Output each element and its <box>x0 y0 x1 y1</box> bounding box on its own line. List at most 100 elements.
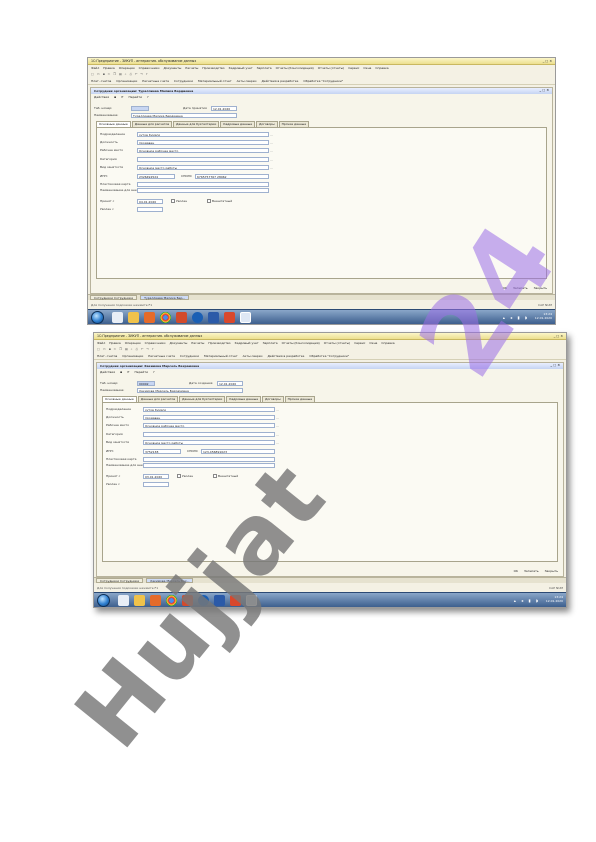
cut-icon[interactable]: ✂ <box>114 347 117 351</box>
1c-enterprise-icon[interactable] <box>224 312 235 323</box>
panel-link[interactable]: Организации <box>122 354 143 358</box>
actions-menu[interactable]: Действия <box>94 95 109 99</box>
form-help-icon[interactable]: ? <box>147 95 149 99</box>
field-value[interactable] <box>137 157 269 162</box>
open-icon[interactable]: ▭ <box>103 347 106 351</box>
start-button[interactable] <box>97 594 110 607</box>
field-value[interactable] <box>137 188 269 193</box>
freelance-checkbox[interactable]: Внештатный <box>207 199 232 203</box>
menu-item[interactable]: Документы <box>169 341 187 345</box>
menu-item[interactable]: Правка <box>109 341 120 345</box>
field-value[interactable]: хутов бумаги <box>137 132 269 137</box>
menu-item[interactable]: Файл <box>91 66 99 70</box>
write-button[interactable]: Записать <box>524 569 539 573</box>
redo-icon[interactable]: ↷ <box>140 72 143 76</box>
window-controls[interactable]: _ □ × <box>543 59 552 63</box>
panel-link[interactable]: Материальный отчет <box>204 354 238 358</box>
window-controls[interactable]: _ □ × <box>554 334 563 338</box>
form-tab[interactable]: Прочие данные <box>278 121 310 127</box>
print-icon[interactable]: ⎙ <box>129 72 131 76</box>
copy-icon[interactable]: ❐ <box>119 347 122 351</box>
form-tab[interactable]: Данные для бухгалтерии <box>179 396 226 402</box>
menu-item[interactable]: Кадровый учет <box>235 341 259 345</box>
find-icon[interactable]: ⌕ <box>125 72 127 76</box>
tray-icons[interactable]: ▴ ◂ ▮ ◗ <box>514 598 540 603</box>
cut-icon[interactable]: ✂ <box>108 72 111 76</box>
paste-icon[interactable]: ▤ <box>125 347 128 351</box>
1c-icon[interactable] <box>182 595 193 606</box>
window-tab-current[interactable]: Тураллиева Малика Бер... <box>140 295 190 300</box>
dismissed-checkbox[interactable]: Уволен <box>177 474 193 478</box>
media-icon[interactable] <box>144 312 155 323</box>
form-tab[interactable]: Данные для расчетов <box>137 396 179 402</box>
menu-item[interactable]: Сервис <box>354 341 365 345</box>
form-tab[interactable]: Данные для бухгалтерии <box>173 121 220 127</box>
date-field[interactable]: 12.01.2020 <box>211 106 237 111</box>
field-value[interactable]: хутов бумаги <box>143 407 275 412</box>
ie-icon[interactable] <box>112 312 123 323</box>
form-tab[interactable]: Прочие данные <box>284 396 316 402</box>
goto-menu[interactable]: Перейти <box>135 370 149 374</box>
menu-item[interactable]: Операции <box>125 341 141 345</box>
select-icon[interactable]: … <box>276 441 279 445</box>
field-value[interactable]: Основное рабочее место <box>143 423 275 428</box>
menu-item[interactable]: Окна <box>363 66 371 70</box>
select-icon[interactable]: … <box>270 166 273 170</box>
new-icon[interactable]: □ <box>97 347 100 351</box>
close-button[interactable]: Закрыть <box>545 569 558 573</box>
save-icon[interactable]: ▪ <box>103 72 105 76</box>
name-field[interactable]: Тураллиева Малика Бердиевна <box>131 113 237 118</box>
select-icon[interactable]: … <box>276 408 279 412</box>
hired-field[interactable]: 03.01.2020 <box>143 474 169 479</box>
date-field[interactable]: 12.01.2020 <box>217 381 243 386</box>
field-value[interactable]: продавец <box>143 415 275 420</box>
select-icon[interactable]: … <box>270 133 273 137</box>
1c-enterprise-icon[interactable] <box>230 595 241 606</box>
menu-item[interactable]: Отчеты (Консолидация) <box>276 66 314 70</box>
menu-item[interactable]: Отчеты (отчеты) <box>318 66 344 70</box>
menu-item[interactable]: Зарплата <box>263 341 278 345</box>
form-tab[interactable]: Кадровые данные <box>220 121 256 127</box>
save-app-icon[interactable] <box>208 312 219 323</box>
panel-link[interactable]: Плат. счетов <box>97 354 117 358</box>
panel-link[interactable]: Материальный отчет <box>198 79 232 83</box>
menu-item[interactable]: Кадровый учет <box>229 66 253 70</box>
menu-item[interactable]: Отчеты (отчеты) <box>324 341 350 345</box>
freelance-checkbox[interactable]: Внештатный <box>213 474 238 478</box>
hired-field[interactable]: 04.01.2020 <box>137 199 163 204</box>
undo-icon[interactable]: ↶ <box>141 347 144 351</box>
menu-item[interactable]: Справка <box>381 341 394 345</box>
form-refresh-icon[interactable]: ⟳ <box>127 370 130 374</box>
help-icon[interactable]: ? <box>152 347 154 351</box>
form-tab[interactable]: Договоры <box>256 121 278 127</box>
ok-button[interactable]: OK <box>514 569 518 573</box>
arrow-app-icon[interactable] <box>198 595 209 606</box>
redo-icon[interactable]: ↷ <box>146 347 149 351</box>
panel-link[interactable]: Организации <box>116 79 137 83</box>
save-app-icon[interactable] <box>214 595 225 606</box>
panel-link[interactable]: Акты сверки <box>243 354 263 358</box>
form-window-controls[interactable]: _ □ × <box>551 363 561 367</box>
close-button[interactable]: Закрыть <box>534 286 547 290</box>
dismissed-field[interactable] <box>143 482 169 487</box>
panel-link[interactable]: Сотрудники <box>180 354 199 358</box>
form-window-controls[interactable]: _ □ × <box>540 88 550 92</box>
panel-link[interactable]: Плат. счетов <box>91 79 111 83</box>
write-button[interactable]: Записать <box>513 286 528 290</box>
select-icon[interactable]: … <box>276 424 279 428</box>
new-icon[interactable]: □ <box>91 72 94 76</box>
field-value[interactable] <box>143 432 275 437</box>
panel-link[interactable]: Действия в разработке <box>262 79 299 83</box>
dismissed-checkbox[interactable]: Уволен <box>171 199 187 203</box>
form-tab[interactable]: Данные для расчетов <box>131 121 173 127</box>
select-icon[interactable]: … <box>270 149 273 153</box>
goto-menu[interactable]: Перейти <box>129 95 143 99</box>
menu-item[interactable]: Сервис <box>348 66 359 70</box>
menu-item[interactable]: Отчеты (Консолидация) <box>282 341 320 345</box>
menu-item[interactable]: Справочники <box>145 341 166 345</box>
tab-number-field[interactable]: 00002 <box>137 381 155 386</box>
panel-link[interactable]: Обработка "Сотрудники" <box>309 354 349 358</box>
menu-item[interactable]: Справка <box>375 66 388 70</box>
menu-item[interactable]: Расчеты <box>191 341 204 345</box>
menu-item[interactable]: Справочники <box>139 66 160 70</box>
